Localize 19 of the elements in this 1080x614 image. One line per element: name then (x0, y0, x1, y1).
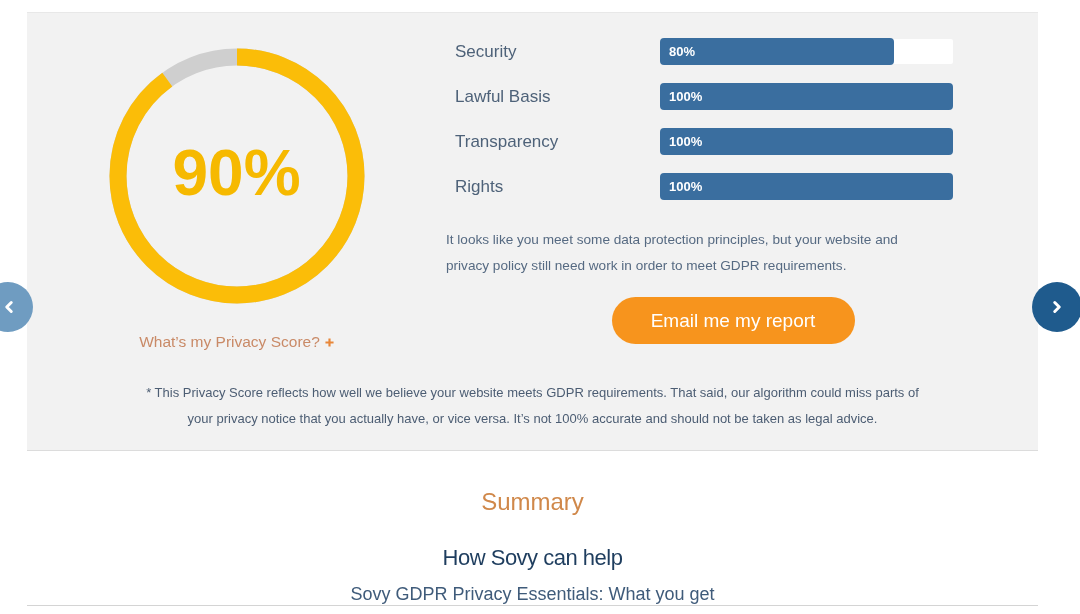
category-label: Rights (455, 176, 505, 197)
bar-percentage: 100% (669, 179, 703, 194)
result-message: It looks like you meet some data protection principles, but your website and privacy policy still need work in order to meet GDPR requirements. (446, 231, 899, 275)
next-slide-button[interactable] (1032, 282, 1080, 332)
bar-percentage: 100% (669, 89, 703, 104)
category-label: Security (455, 41, 518, 62)
category-label: Transparency (455, 131, 560, 152)
bar-percentage: 80% (669, 44, 696, 59)
email-report-button[interactable]: Email me my report (611, 297, 855, 344)
disclaimer-note: * This Privacy Score reflects how well we believe your website meets GDPR requirements. That said, our algorithm could miss parts of your privacy notice that you actually have, or vice versa. It’s not 100% accurate and should not be taken as legal advice. (145, 384, 920, 428)
previous-slide-button[interactable] (0, 282, 33, 332)
summary-title: Summary (481, 487, 584, 517)
score-value: 90% (172, 136, 301, 211)
privacy-score-link[interactable]: What’s my Privacy Score? (139, 332, 334, 352)
plus-icon (324, 337, 334, 347)
section-subheading: Sovy GDPR Privacy Essentials: What you get (350, 583, 715, 605)
category-label: Lawful Basis (455, 86, 552, 107)
bar-percentage: 100% (669, 134, 703, 149)
section-heading: How Sovy can help (442, 544, 623, 572)
